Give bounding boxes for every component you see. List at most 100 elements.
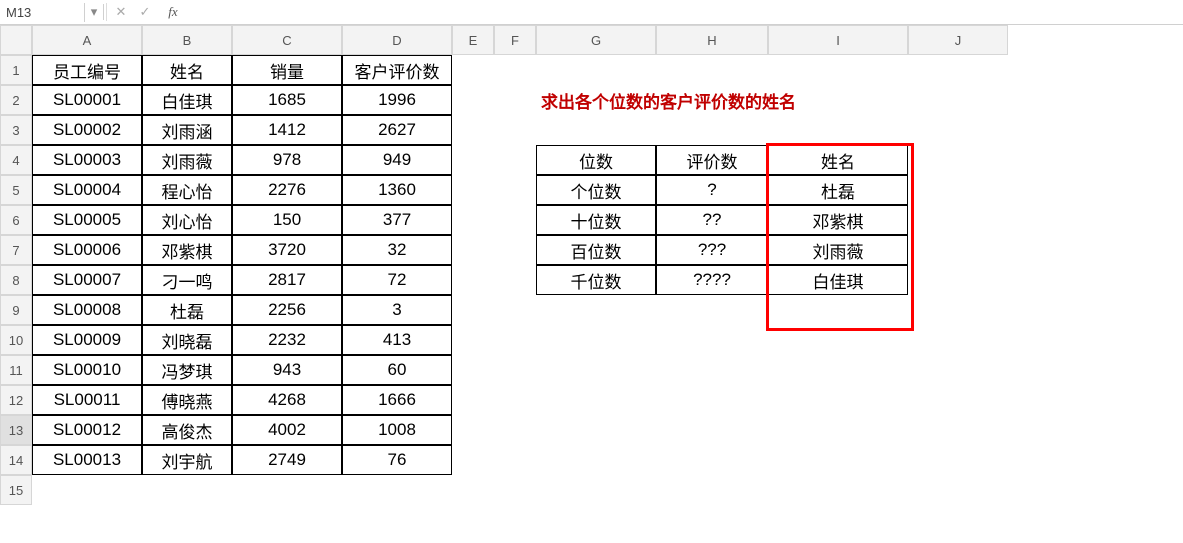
row-header-15[interactable]: 15 [0, 475, 32, 505]
cell-F5[interactable] [494, 175, 536, 205]
cell-J3[interactable] [908, 115, 1008, 145]
cell-I11[interactable] [768, 355, 908, 385]
fx-icon[interactable]: fx [157, 4, 189, 20]
cell-C14[interactable]: 2749 [232, 445, 342, 475]
cell-G7[interactable]: 百位数 [536, 235, 656, 265]
select-all-corner[interactable] [0, 25, 32, 55]
cell-E6[interactable] [452, 205, 494, 235]
row-header-12[interactable]: 12 [0, 385, 32, 415]
cell-B4[interactable]: 刘雨薇 [142, 145, 232, 175]
cell-F6[interactable] [494, 205, 536, 235]
cell-G11[interactable] [536, 355, 656, 385]
cell-A3[interactable]: SL00002 [32, 115, 142, 145]
row-header-11[interactable]: 11 [0, 355, 32, 385]
cell-H3[interactable] [656, 115, 768, 145]
col-header-C[interactable]: C [232, 25, 342, 55]
cell-D1[interactable]: 客户评价数 [342, 55, 452, 85]
cell-B3[interactable]: 刘雨涵 [142, 115, 232, 145]
cell-D4[interactable]: 949 [342, 145, 452, 175]
cell-J5[interactable] [908, 175, 1008, 205]
cell-F2[interactable] [494, 85, 536, 115]
cell-F12[interactable] [494, 385, 536, 415]
cell-E1[interactable] [452, 55, 494, 85]
row-header-14[interactable]: 14 [0, 445, 32, 475]
cell-H15[interactable] [656, 475, 768, 505]
cell-D2[interactable]: 1996 [342, 85, 452, 115]
cell-J15[interactable] [908, 475, 1008, 505]
cell-H14[interactable] [656, 445, 768, 475]
cell-E15[interactable] [452, 475, 494, 505]
cell-E9[interactable] [452, 295, 494, 325]
cell-C11[interactable]: 943 [232, 355, 342, 385]
cell-A11[interactable]: SL00010 [32, 355, 142, 385]
cell-E8[interactable] [452, 265, 494, 295]
cell-A1[interactable]: 员工编号 [32, 55, 142, 85]
cell-I10[interactable] [768, 325, 908, 355]
cell-J7[interactable] [908, 235, 1008, 265]
cell-F13[interactable] [494, 415, 536, 445]
cell-B6[interactable]: 刘心怡 [142, 205, 232, 235]
cell-D5[interactable]: 1360 [342, 175, 452, 205]
cell-B9[interactable]: 杜磊 [142, 295, 232, 325]
row-header-7[interactable]: 7 [0, 235, 32, 265]
row-header-2[interactable]: 2 [0, 85, 32, 115]
cell-E11[interactable] [452, 355, 494, 385]
cell-A10[interactable]: SL00009 [32, 325, 142, 355]
cell-F1[interactable] [494, 55, 536, 85]
cell-D10[interactable]: 413 [342, 325, 452, 355]
cell-C6[interactable]: 150 [232, 205, 342, 235]
cell-H8[interactable]: ???? [656, 265, 768, 295]
cell-A9[interactable]: SL00008 [32, 295, 142, 325]
cell-J6[interactable] [908, 205, 1008, 235]
row-header-4[interactable]: 4 [0, 145, 32, 175]
cell-D3[interactable]: 2627 [342, 115, 452, 145]
cell-E2[interactable] [452, 85, 494, 115]
cell-G5[interactable]: 个位数 [536, 175, 656, 205]
cell-B7[interactable]: 邓紫棋 [142, 235, 232, 265]
col-header-G[interactable]: G [536, 25, 656, 55]
col-header-D[interactable]: D [342, 25, 452, 55]
cell-C10[interactable]: 2232 [232, 325, 342, 355]
col-header-F[interactable]: F [494, 25, 536, 55]
cell-J4[interactable] [908, 145, 1008, 175]
col-header-B[interactable]: B [142, 25, 232, 55]
cell-E12[interactable] [452, 385, 494, 415]
col-header-A[interactable]: A [32, 25, 142, 55]
cell-F3[interactable] [494, 115, 536, 145]
cell-J11[interactable] [908, 355, 1008, 385]
cell-J14[interactable] [908, 445, 1008, 475]
cell-I4[interactable]: 姓名 [768, 145, 908, 175]
cell-J12[interactable] [908, 385, 1008, 415]
cell-G14[interactable] [536, 445, 656, 475]
cell-D14[interactable]: 76 [342, 445, 452, 475]
cell-E13[interactable] [452, 415, 494, 445]
cell-I13[interactable] [768, 415, 908, 445]
cell-D15[interactable] [342, 475, 452, 505]
cell-D7[interactable]: 32 [342, 235, 452, 265]
cell-H6[interactable]: ?? [656, 205, 768, 235]
cell-D12[interactable]: 1666 [342, 385, 452, 415]
row-header-9[interactable]: 9 [0, 295, 32, 325]
cell-J9[interactable] [908, 295, 1008, 325]
cell-G1[interactable] [536, 55, 656, 85]
cell-D6[interactable]: 377 [342, 205, 452, 235]
cancel-icon[interactable]: ✕ [109, 4, 133, 20]
cell-F8[interactable] [494, 265, 536, 295]
cell-I12[interactable] [768, 385, 908, 415]
cell-C9[interactable]: 2256 [232, 295, 342, 325]
cell-A8[interactable]: SL00007 [32, 265, 142, 295]
cell-B11[interactable]: 冯梦琪 [142, 355, 232, 385]
row-header-3[interactable]: 3 [0, 115, 32, 145]
cell-I14[interactable] [768, 445, 908, 475]
cell-F10[interactable] [494, 325, 536, 355]
cell-I8[interactable]: 白佳琪 [768, 265, 908, 295]
cell-J8[interactable] [908, 265, 1008, 295]
cell-C8[interactable]: 2817 [232, 265, 342, 295]
cell-E3[interactable] [452, 115, 494, 145]
cell-J1[interactable] [908, 55, 1008, 85]
cell-I6[interactable]: 邓紫棋 [768, 205, 908, 235]
cell-A13[interactable]: SL00012 [32, 415, 142, 445]
cell-A5[interactable]: SL00004 [32, 175, 142, 205]
name-box[interactable]: M13 [0, 3, 85, 22]
cell-C5[interactable]: 2276 [232, 175, 342, 205]
